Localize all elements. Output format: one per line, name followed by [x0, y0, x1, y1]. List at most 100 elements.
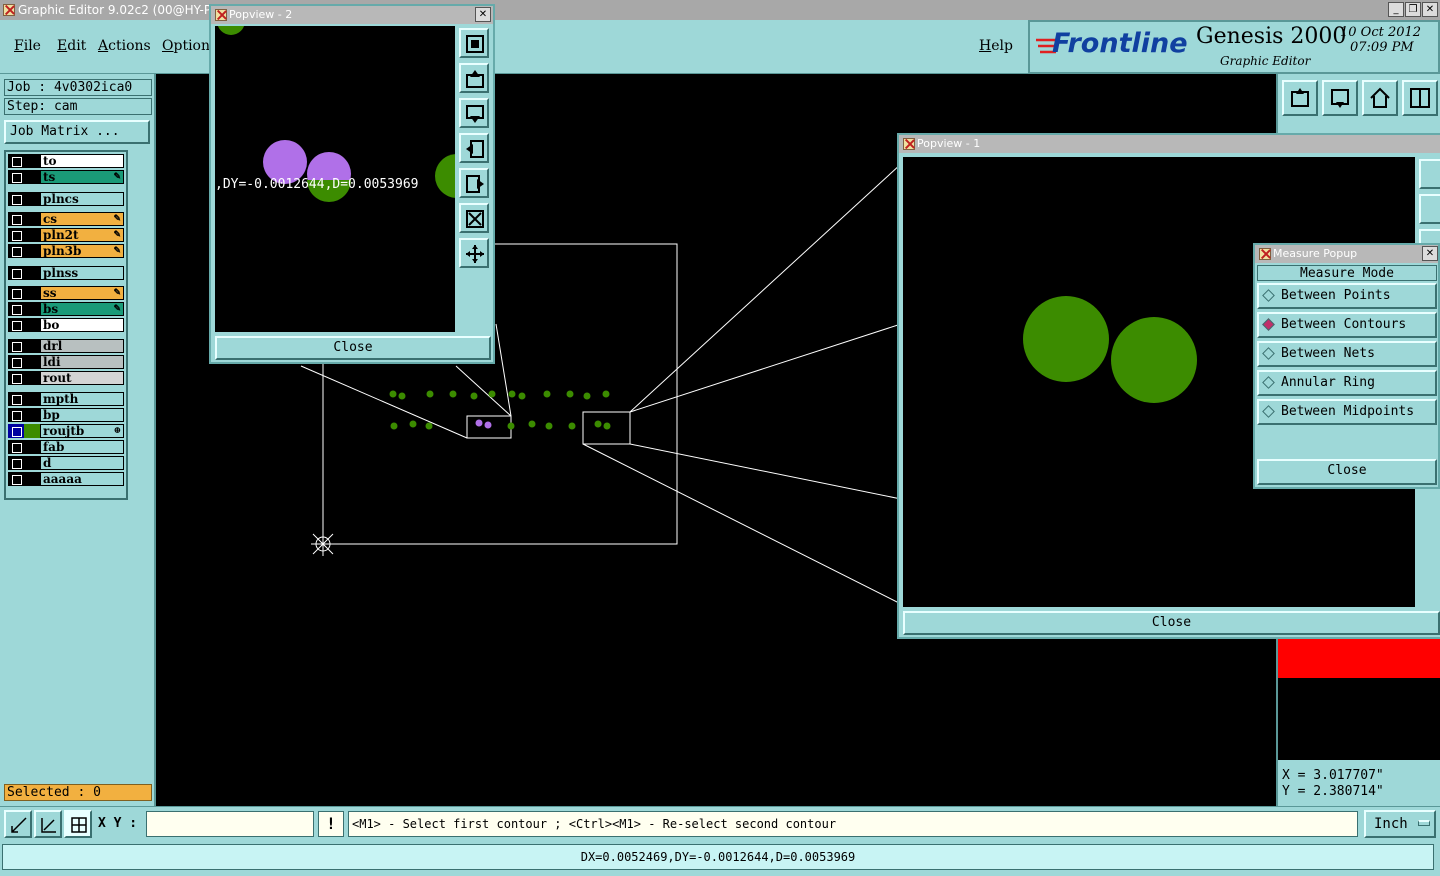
layer-checkbox[interactable]: [8, 170, 24, 184]
layer-name[interactable]: to: [40, 154, 124, 168]
layer-row-to[interactable]: to: [8, 154, 124, 168]
layer-row-pln3b[interactable]: pln3b ✎: [8, 244, 124, 258]
popview-2-close-button[interactable]: Close: [215, 336, 491, 360]
layer-row-drl[interactable]: drl: [8, 339, 124, 353]
close-icon[interactable]: ✕: [1422, 2, 1438, 17]
layer-name[interactable]: rout: [40, 371, 124, 385]
layer-row-ts[interactable]: ts ✎: [8, 170, 124, 184]
layer-name[interactable]: cs ✎: [40, 212, 124, 226]
measure-mode-option[interactable]: Between Midpoints: [1257, 399, 1437, 425]
popview-2-pan-up-icon[interactable]: [459, 63, 489, 93]
layer-row-bs[interactable]: bs ✎: [8, 302, 124, 316]
menu-edit[interactable]: Edit: [57, 38, 86, 54]
layer-row-roujtb[interactable]: roujtb ⊕: [8, 424, 124, 438]
layer-checkbox[interactable]: [8, 192, 24, 206]
layer-checkbox[interactable]: [8, 228, 24, 242]
layer-mark-icon: ✎: [113, 214, 121, 224]
restore-icon[interactable]: ❐: [1405, 2, 1421, 17]
layer-checkbox[interactable]: [8, 154, 24, 168]
popview-1-close-button[interactable]: Close: [903, 611, 1440, 635]
unit-selector[interactable]: Inch: [1364, 810, 1436, 838]
layer-row-ss[interactable]: ss ✎: [8, 286, 124, 300]
measure-mode-option[interactable]: Between Contours: [1257, 312, 1437, 338]
layer-checkbox[interactable]: [8, 424, 24, 438]
popview-1-app-icon: [903, 138, 915, 150]
layer-name[interactable]: pln3b ✎: [40, 244, 124, 258]
layer-name[interactable]: ss ✎: [40, 286, 124, 300]
layer-checkbox[interactable]: [8, 472, 24, 486]
measure-mode-option[interactable]: Between Nets: [1257, 341, 1437, 367]
layer-name[interactable]: plnss: [40, 266, 124, 280]
layer-checkbox[interactable]: [8, 355, 24, 369]
measure-popup-title-bar[interactable]: Measure Popup ✕: [1255, 245, 1438, 263]
layer-name[interactable]: bo: [40, 318, 124, 332]
layer-checkbox[interactable]: [8, 408, 24, 422]
popview-2-pan-right-icon[interactable]: [459, 168, 489, 198]
exclaim-button[interactable]: !: [318, 811, 344, 837]
popview-2-pan-down-icon[interactable]: [459, 98, 489, 128]
layer-name[interactable]: fab: [40, 440, 124, 454]
layer-checkbox[interactable]: [8, 318, 24, 332]
job-matrix-button[interactable]: Job Matrix ...: [4, 120, 150, 144]
layer-name[interactable]: mpth: [40, 392, 124, 406]
layer-checkbox[interactable]: [8, 244, 24, 258]
layer-row-plnss[interactable]: plnss: [8, 266, 124, 280]
layer-checkbox[interactable]: [8, 371, 24, 385]
menu-file[interactable]: File: [14, 38, 41, 54]
layer-row-mpth[interactable]: mpth: [8, 392, 124, 406]
toolbar-button-2[interactable]: [1322, 80, 1358, 116]
minimize-icon[interactable]: _: [1388, 2, 1404, 17]
layer-row-cs[interactable]: cs ✎: [8, 212, 124, 226]
layer-row-bo[interactable]: bo: [8, 318, 124, 332]
toolbar-button-1[interactable]: [1282, 80, 1318, 116]
menu-actions[interactable]: Actions: [98, 38, 151, 54]
popview-2-title-bar[interactable]: Popview - 2 ✕: [211, 6, 493, 24]
layer-row-ldi[interactable]: ldi: [8, 355, 124, 369]
popview-2-canvas[interactable]: ,DY=-0.0012644,D=0.0053969: [215, 26, 455, 332]
layer-name[interactable]: roujtb ⊕: [40, 424, 124, 438]
popview-2-close-icon[interactable]: ✕: [475, 7, 491, 22]
popview-2-center-icon[interactable]: [459, 238, 489, 268]
measure-icon[interactable]: [34, 810, 62, 838]
popview-1-title-bar[interactable]: Popview - 1: [899, 135, 1440, 153]
snap-icon[interactable]: [4, 810, 32, 838]
layer-checkbox[interactable]: [8, 392, 24, 406]
xy-input[interactable]: [146, 811, 314, 837]
measure-mode-option[interactable]: Annular Ring: [1257, 370, 1437, 396]
popview-2-zoom-in-icon[interactable]: [459, 28, 489, 58]
menu-help[interactable]: Help: [979, 38, 1013, 54]
toolbar-button-4[interactable]: [1402, 80, 1438, 116]
layer-name[interactable]: ts ✎: [40, 170, 124, 184]
layer-row-rout[interactable]: rout: [8, 371, 124, 385]
layer-name[interactable]: d: [40, 456, 124, 470]
layer-row-plncs[interactable]: plncs: [8, 192, 124, 206]
layer-checkbox[interactable]: [8, 440, 24, 454]
layer-row-fab[interactable]: fab: [8, 440, 124, 454]
layer-name[interactable]: ldi: [40, 355, 124, 369]
layer-name[interactable]: aaaaa: [40, 472, 124, 486]
layer-name[interactable]: bs ✎: [40, 302, 124, 316]
layer-name[interactable]: bp: [40, 408, 124, 422]
layer-checkbox[interactable]: [8, 302, 24, 316]
popview-1-pan-up-icon[interactable]: [1419, 194, 1440, 224]
measure-popup-close-button[interactable]: Close: [1257, 459, 1437, 485]
measure-popup-close-icon[interactable]: ✕: [1422, 246, 1438, 261]
layer-checkbox[interactable]: [8, 212, 24, 226]
layer-checkbox[interactable]: [8, 339, 24, 353]
layer-row-bp[interactable]: bp: [8, 408, 124, 422]
popview-2-fit-icon[interactable]: [459, 203, 489, 233]
layer-row-aaaaa[interactable]: aaaaa: [8, 472, 124, 486]
home-icon[interactable]: [1362, 80, 1398, 116]
popview-2-pan-left-icon[interactable]: [459, 133, 489, 163]
layer-checkbox[interactable]: [8, 456, 24, 470]
layer-row-d[interactable]: d: [8, 456, 124, 470]
layer-name[interactable]: drl: [40, 339, 124, 353]
layer-checkbox[interactable]: [8, 266, 24, 280]
layer-name[interactable]: plncs: [40, 192, 124, 206]
layer-name[interactable]: pln2t ✎: [40, 228, 124, 242]
layer-checkbox[interactable]: [8, 286, 24, 300]
measure-mode-option[interactable]: Between Points: [1257, 283, 1437, 309]
grid-icon[interactable]: [64, 810, 92, 838]
popview-1-zoom-in-icon[interactable]: [1419, 159, 1440, 189]
layer-row-pln2t[interactable]: pln2t ✎: [8, 228, 124, 242]
